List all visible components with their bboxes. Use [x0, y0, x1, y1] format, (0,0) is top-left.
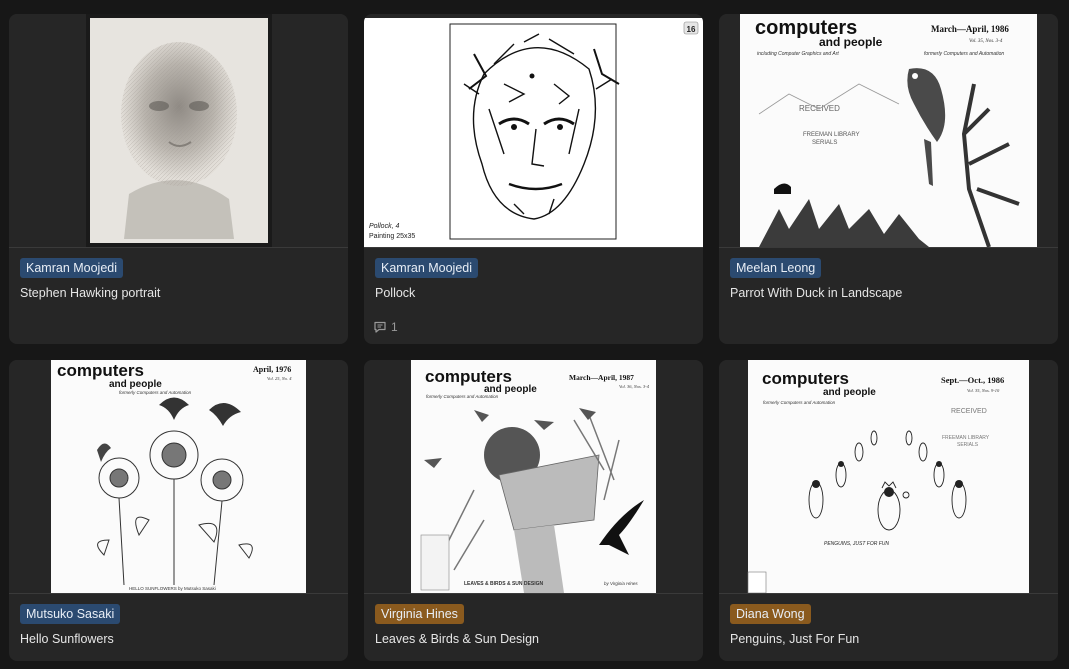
svg-text:RECEIVED: RECEIVED [951, 408, 987, 415]
svg-text:formerly Computers and Automat: formerly Computers and Automation [119, 390, 192, 395]
svg-text:FREEMAN LIBRARY: FREEMAN LIBRARY [942, 435, 990, 441]
artwork-title[interactable]: Stephen Hawking portrait [20, 286, 160, 300]
svg-text:formerly Computers and Automat: formerly Computers and Automation [426, 394, 499, 399]
author-tag[interactable]: Kamran Moojedi [375, 258, 479, 278]
artwork-thumbnail[interactable]: computers and people formerly Computers … [9, 360, 348, 594]
hawking-portrait-image [86, 14, 272, 247]
svg-text:April, 1976: April, 1976 [253, 365, 291, 374]
image-badge-number: 16 [687, 25, 696, 34]
svg-text:LEAVES & BIRDS & SUN DESIGN: LEAVES & BIRDS & SUN DESIGN [464, 581, 543, 587]
artwork-card[interactable]: 16 Pollock, 4 Painting 25x35 Kamran Mooj… [364, 14, 703, 344]
masthead-sub: and people [819, 35, 883, 49]
artwork-card[interactable]: computers and people formerly Computers … [719, 360, 1058, 661]
penguins-magazine-cover-image: computers and people formerly Computers … [747, 360, 1029, 593]
svg-text:HELLO SUNFLOWERS by Mutsuko Sa: HELLO SUNFLOWERS by Mutsuko Sasaki [129, 586, 216, 591]
artwork-thumbnail[interactable]: computers and people formerly Computers … [719, 360, 1058, 594]
comment-count[interactable]: 1 [373, 320, 398, 334]
svg-text:March—April, 1987: March—April, 1987 [569, 373, 634, 382]
svg-text:PENGUINS, JUST FOR FUN: PENGUINS, JUST FOR FUN [824, 541, 889, 547]
svg-text:and people: and people [109, 379, 162, 390]
comment-count-value: 1 [391, 320, 398, 334]
artwork-thumbnail[interactable] [9, 14, 348, 248]
parrot-magazine-cover-image: computers and people including Computer … [740, 14, 1037, 247]
issue-date: March—April, 1986 [931, 24, 1009, 34]
svg-text:formerly Computers and Automat: formerly Computers and Automation [924, 51, 1004, 57]
svg-text:FREEMAN LIBRARY: FREEMAN LIBRARY [803, 132, 860, 138]
artwork-title[interactable]: Pollock [375, 286, 415, 300]
svg-text:formerly Computers and Automat: formerly Computers and Automation [763, 400, 836, 405]
svg-text:by Virginia Hines: by Virginia Hines [604, 581, 638, 586]
artwork-title[interactable]: Penguins, Just For Fun [730, 632, 859, 646]
artwork-card[interactable]: computers and people including Computer … [719, 14, 1058, 344]
svg-text:computers: computers [57, 361, 144, 380]
svg-text:SERIALS: SERIALS [812, 140, 837, 146]
pollock-portrait-image: 16 Pollock, 4 Painting 25x35 [364, 18, 703, 247]
artwork-thumbnail[interactable]: 16 Pollock, 4 Painting 25x35 [364, 14, 703, 248]
svg-text:computers: computers [762, 369, 849, 388]
artwork-grid: Kamran Moojedi Stephen Hawking portrait [0, 0, 1069, 669]
svg-text:including Computer Graphics an: including Computer Graphics and Art [757, 51, 839, 57]
artwork-title[interactable]: Hello Sunflowers [20, 632, 114, 646]
svg-text:and people: and people [823, 387, 876, 398]
author-tag[interactable]: Diana Wong [730, 604, 811, 624]
svg-text:SERIALS: SERIALS [957, 442, 979, 448]
artwork-card[interactable]: Kamran Moojedi Stephen Hawking portrait [9, 14, 348, 344]
artwork-thumbnail[interactable]: computers and people formerly Computers … [364, 360, 703, 594]
image-caption: Painting 25x35 [369, 233, 415, 240]
artwork-title[interactable]: Parrot With Duck in Landscape [730, 286, 902, 300]
artwork-title[interactable]: Leaves & Birds & Sun Design [375, 632, 539, 646]
comment-bubble-icon [374, 321, 386, 333]
svg-text:Sept.—Oct., 1986: Sept.—Oct., 1986 [941, 375, 1004, 385]
author-tag[interactable]: Mutsuko Sasaki [20, 604, 121, 624]
artwork-card[interactable]: computers and people formerly Computers … [9, 360, 348, 661]
leaves-birds-magazine-cover-image: computers and people formerly Computers … [411, 360, 656, 593]
image-caption: Pollock, 4 [369, 223, 399, 230]
author-tag[interactable]: Kamran Moojedi [20, 258, 124, 278]
author-tag[interactable]: Meelan Leong [730, 258, 822, 278]
artwork-card[interactable]: computers and people formerly Computers … [364, 360, 703, 661]
artwork-thumbnail[interactable]: computers and people including Computer … [719, 14, 1058, 248]
author-tag[interactable]: Virginia Hines [375, 604, 464, 624]
sunflowers-magazine-cover-image: computers and people formerly Computers … [51, 360, 306, 593]
svg-text:Vol. 35, Nos. 3-4: Vol. 35, Nos. 3-4 [969, 39, 1003, 44]
